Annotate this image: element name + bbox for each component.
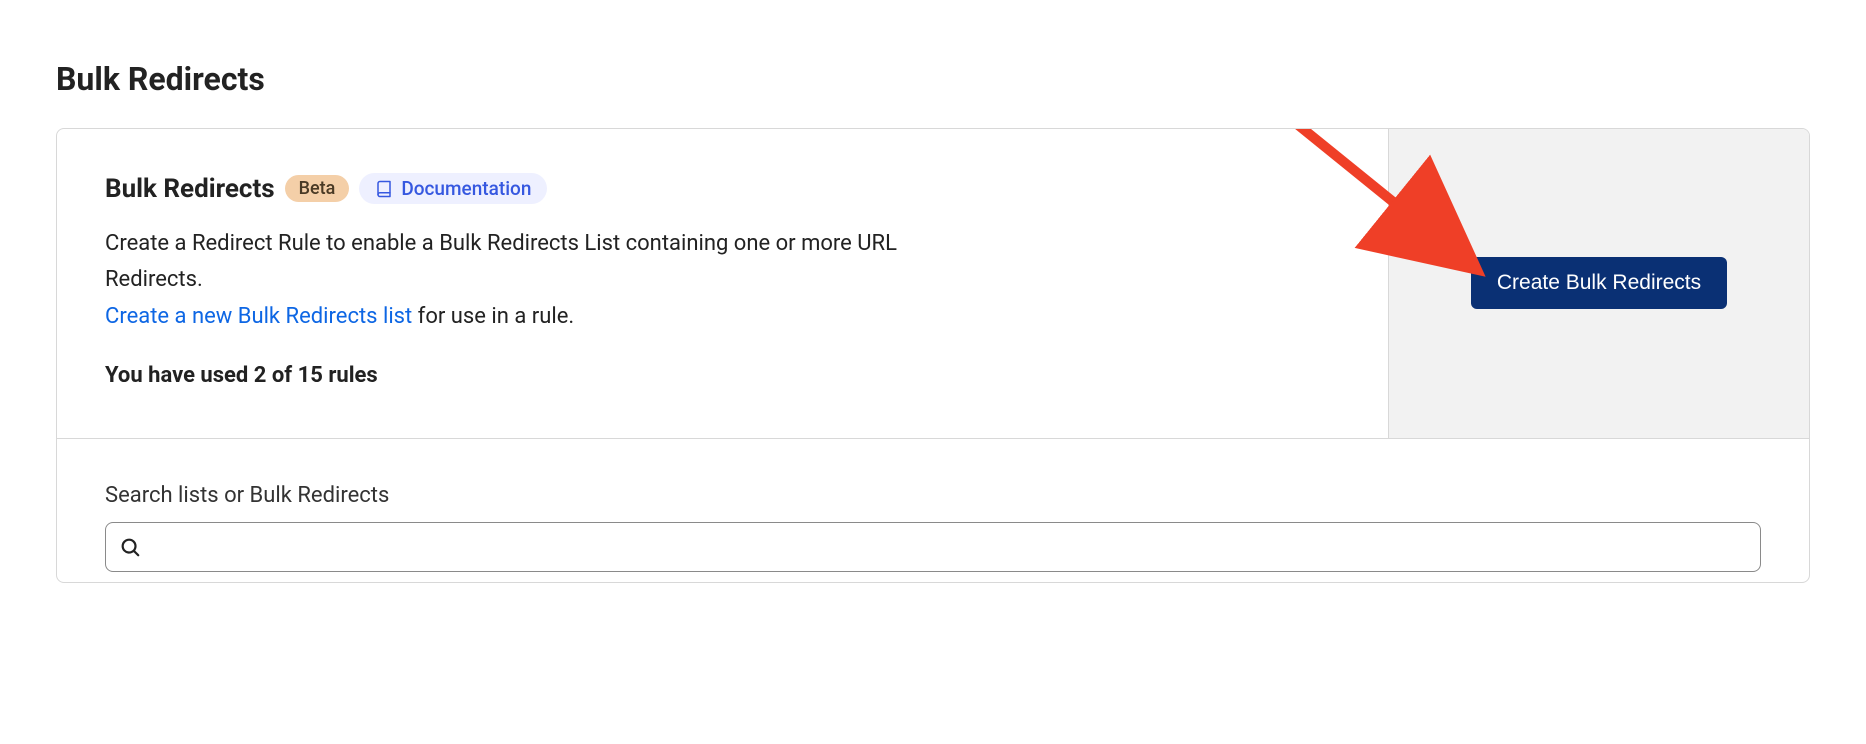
subhead-row: Bulk Redirects Beta Documentation — [105, 173, 1340, 204]
search-wrap — [105, 522, 1761, 572]
create-bulk-redirects-button[interactable]: Create Bulk Redirects — [1471, 257, 1727, 309]
description-text: Create a Redirect Rule to enable a Bulk … — [105, 226, 955, 299]
create-list-link[interactable]: Create a new Bulk Redirects list — [105, 304, 412, 329]
search-icon — [119, 536, 141, 558]
section-subtitle: Bulk Redirects — [105, 174, 275, 204]
beta-badge: Beta — [285, 175, 350, 202]
documentation-link[interactable]: Documentation — [359, 173, 547, 204]
documentation-label: Documentation — [401, 177, 531, 200]
card-left: Bulk Redirects Beta Documentation Create… — [57, 129, 1389, 438]
create-list-line: Create a new Bulk Redirects list for use… — [105, 299, 1340, 335]
card-right: Create Bulk Redirects — [1389, 129, 1809, 438]
card-bottom: Search lists or Bulk Redirects — [57, 438, 1809, 582]
book-icon — [375, 180, 393, 198]
bulk-redirects-card: Bulk Redirects Beta Documentation Create… — [56, 128, 1810, 583]
page-title: Bulk Redirects — [56, 60, 1810, 98]
card-top: Bulk Redirects Beta Documentation Create… — [57, 129, 1809, 438]
create-list-trailing: for use in a rule. — [412, 304, 574, 329]
usage-text: You have used 2 of 15 rules — [105, 363, 1340, 388]
search-input[interactable] — [105, 522, 1761, 572]
search-label: Search lists or Bulk Redirects — [105, 483, 1761, 508]
